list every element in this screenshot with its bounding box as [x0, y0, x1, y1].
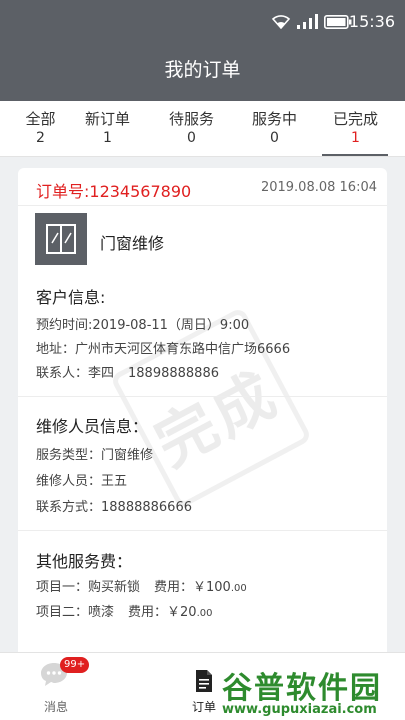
nav-messages[interactable]: 99+ 消息	[22, 653, 92, 720]
tab-new[interactable]: 新订单 1	[67, 101, 148, 157]
fee-amount: 费用：￥100	[154, 580, 231, 595]
tab-label: 新订单	[84, 110, 130, 128]
tab-label: 已完成	[332, 110, 378, 128]
divider	[18, 530, 387, 531]
order-time: 2019.08.08 16:04	[260, 180, 377, 195]
tab-count: 1	[103, 130, 112, 146]
contact-name: 联系人：李四	[36, 366, 115, 381]
status-time: 15:36	[348, 12, 395, 31]
service-type: 服务类型：门窗维修	[36, 448, 154, 463]
fee-decimal: .00	[196, 608, 213, 619]
tab-count: 0	[270, 130, 279, 146]
order-number: 订单号:1234567890	[36, 182, 192, 201]
tab-pending[interactable]: 待服务 0	[151, 101, 232, 157]
fee-item-name: 项目一：购买新锁	[36, 580, 141, 595]
unread-badge: 99+	[60, 657, 90, 673]
nav-label: 订单	[192, 700, 217, 714]
tab-label: 服务中	[251, 110, 297, 128]
wifi-icon	[271, 15, 291, 29]
appointment-time: 预约时间:2019-08-11（周日）9:00	[36, 318, 250, 333]
worker-name: 维修人员：王五	[36, 474, 128, 489]
window-icon	[35, 213, 87, 265]
tab-label: 待服务	[168, 110, 214, 128]
battery-icon	[324, 15, 352, 29]
signal-icon	[297, 14, 318, 29]
tab-count: 1	[351, 130, 360, 146]
status-bar: 15:36	[0, 0, 405, 44]
fee-item-name: 项目二：喷漆	[36, 605, 115, 620]
completed-stamp: 完成	[109, 306, 313, 510]
service-name: 门窗维修	[100, 234, 165, 253]
tab-count: 0	[187, 130, 196, 146]
fee-item-1: 项目一：购买新锁 费用：￥100.00	[36, 576, 247, 595]
tab-completed[interactable]: 已完成 1	[315, 101, 396, 157]
divider	[18, 396, 387, 397]
customer-address: 地址：广州市天河区体育东路中信广场6666	[36, 342, 291, 357]
contact-phone: 18898888886	[128, 366, 219, 381]
site-watermark: 谷普软件园 www.gupuxiazai.com	[220, 660, 405, 720]
worker-info-title: 维修人员信息：	[36, 417, 149, 436]
customer-contact: 联系人：李四 18898888886	[36, 362, 219, 381]
watermark-brand: 谷普软件园	[222, 671, 382, 706]
header: 15:36 我的订单	[0, 0, 405, 101]
fee-decimal: .00	[230, 583, 247, 594]
customer-info-title: 客户信息:	[36, 288, 106, 307]
document-icon	[196, 670, 212, 692]
tab-in-service[interactable]: 服务中 0	[234, 101, 315, 157]
worker-contact: 联系方式：18888886666	[36, 500, 192, 515]
nav-label: 消息	[44, 700, 69, 714]
page-title: 我的订单	[164, 59, 241, 81]
order-card[interactable]: 订单号:1234567890 2019.08.08 16:04 门窗维修 完成 …	[18, 168, 387, 668]
active-tab-underline	[322, 154, 388, 156]
other-fees-title: 其他服务费：	[36, 552, 133, 571]
order-tabs: 全部 2 新订单 1 待服务 0 服务中 0 已完成 1	[0, 101, 405, 157]
divider	[18, 205, 387, 206]
fee-amount: 费用：￥20	[128, 605, 197, 620]
watermark-url: www.gupuxiazai.com	[222, 702, 377, 717]
fee-item-2: 项目二：喷漆 费用：￥20.00	[36, 601, 212, 620]
